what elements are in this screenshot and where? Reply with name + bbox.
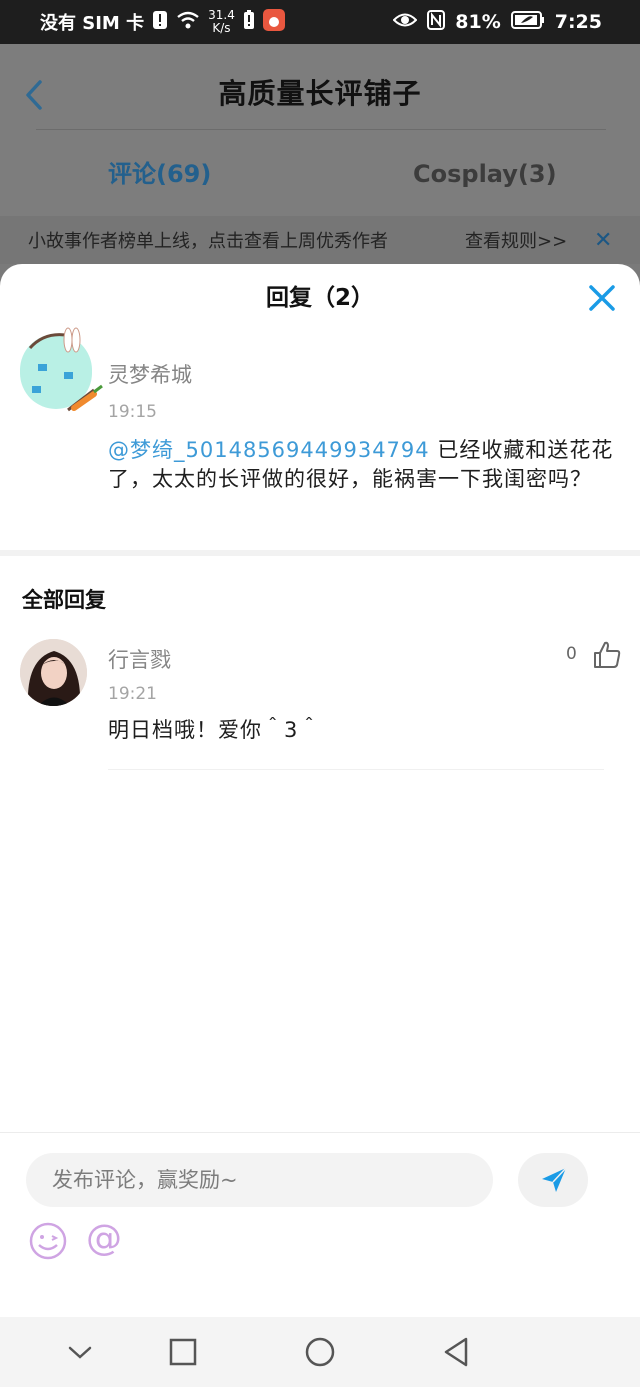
send-icon — [542, 1167, 567, 1192]
nav-back-icon[interactable] — [440, 1335, 474, 1369]
reply-text: 明日档哦！爱你＾3＾ — [108, 718, 321, 742]
send-button[interactable] — [518, 1153, 588, 1207]
battery-percent: 81% — [455, 11, 501, 33]
status-bar: 没有 SIM 卡 31.4 K/s 81% 7:25 — [0, 0, 640, 44]
eye-icon — [392, 11, 418, 34]
comment-content: @梦绮_50148569449934794 已经收藏和送花花了，太太的长评做的很… — [108, 436, 620, 494]
nfc-icon — [427, 9, 446, 35]
comment-time: 19:15 — [108, 402, 157, 422]
system-nav-bar — [0, 1317, 640, 1387]
battery-icon — [510, 10, 545, 35]
avatar[interactable] — [20, 639, 87, 706]
header-divider — [36, 129, 606, 130]
close-icon[interactable]: ✕ — [594, 230, 612, 252]
tab-comments[interactable]: 评论(69) — [108, 152, 211, 196]
mention-link[interactable]: @梦绮_50148569449934794 — [108, 438, 430, 462]
thumbs-up-icon[interactable] — [592, 640, 622, 670]
net-speed: 31.4 K/s — [208, 9, 235, 35]
net-speed-unit: K/s — [212, 21, 231, 35]
wifi-icon — [176, 10, 200, 35]
at-icon[interactable]: @ — [86, 1219, 122, 1259]
reply-divider — [108, 769, 604, 770]
section-divider — [0, 550, 640, 556]
notice-text[interactable]: 小故事作者榜单上线，点击查看上周优秀作者 — [28, 216, 388, 268]
nav-home-icon[interactable] — [303, 1335, 337, 1369]
notice-banner[interactable]: 小故事作者榜单上线，点击查看上周优秀作者 查看规则>> ✕ — [0, 216, 640, 264]
emoji-icon[interactable] — [28, 1221, 68, 1261]
like-count: 0 — [566, 644, 577, 664]
all-replies-heading: 全部回复 — [22, 588, 106, 612]
comment-input[interactable] — [26, 1153, 493, 1207]
tab-cosplay[interactable]: Cosplay(3) — [413, 152, 557, 196]
avatar[interactable] — [20, 327, 103, 412]
comment-composer: @ — [0, 1132, 640, 1317]
reply-sheet: 回复（2） 灵梦希城 19:15 @梦绮_50148569449934794 已… — [0, 264, 640, 1317]
clock: 7:25 — [554, 11, 602, 33]
notice-rules-link[interactable]: 查看规则>> — [465, 216, 567, 268]
reply-username[interactable]: 行言戮 — [108, 644, 171, 674]
sheet-title: 回复（2） — [265, 285, 374, 311]
nav-down-icon[interactable] — [63, 1335, 97, 1369]
carrier-label: 没有 SIM 卡 — [40, 13, 145, 34]
comment-username[interactable]: 灵梦希城 — [108, 359, 192, 389]
nav-recents-icon[interactable] — [166, 1335, 200, 1369]
sim-alert-icon — [152, 10, 168, 35]
close-icon[interactable] — [586, 282, 618, 314]
battery-alert-icon — [243, 9, 255, 35]
reply-time: 19:21 — [108, 684, 157, 704]
app-notification-icon — [262, 8, 285, 36]
